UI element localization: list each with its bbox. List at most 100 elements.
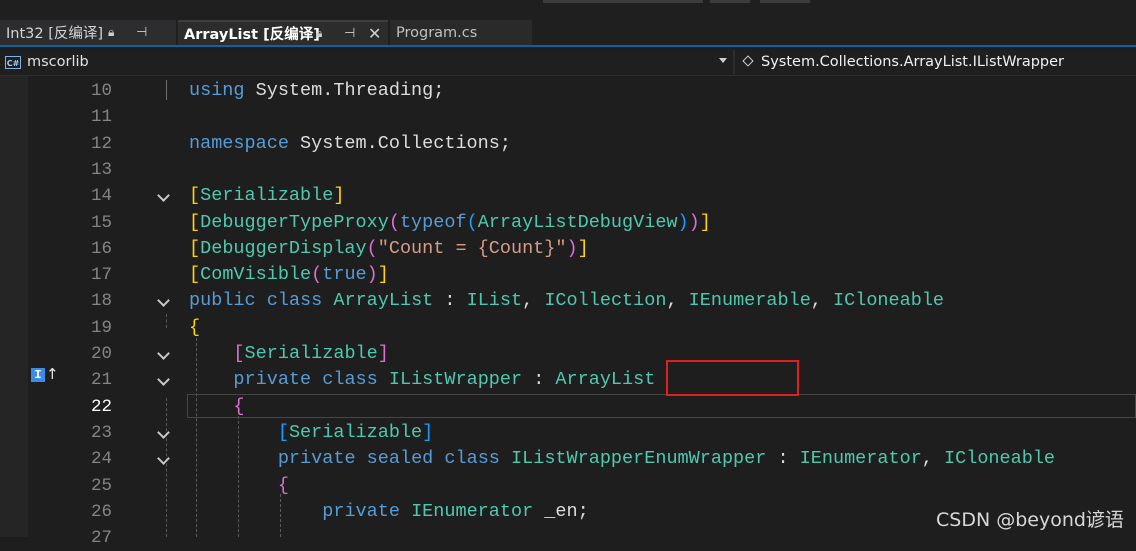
line-number: 10: [90, 81, 112, 101]
arrow-up-icon[interactable]: ↑: [46, 366, 59, 382]
code-token: IListWrapperEnumWrapper: [511, 448, 767, 470]
code-token: (: [311, 264, 323, 286]
code-token: :: [522, 369, 556, 391]
document-tab-bar: Int32 [反编译] 🔒︎ ⊣ ArrayList [反编译] 🔒︎ ⊣ ✕ …: [0, 20, 1136, 47]
lock-icon: 🔒︎: [316, 26, 323, 40]
code-token: private: [233, 369, 312, 391]
code-line[interactable]: 19 {: [0, 315, 1136, 341]
nav-divider: [733, 50, 735, 74]
current-line-highlight: [187, 393, 1136, 418]
implements-icon[interactable]: I: [31, 368, 45, 382]
code-token: {: [277, 474, 289, 496]
code-line[interactable]: 24 private sealed class IListWrapperEnum…: [0, 446, 1136, 472]
code-token: IEnumerator: [799, 448, 922, 470]
code-token: Threading;: [333, 80, 445, 101]
code-token: {: [189, 316, 201, 338]
code-line[interactable]: 16 [DebuggerDisplay("Count = {Count}")]: [0, 236, 1136, 262]
tab-arraylist[interactable]: ArrayList [反编译] 🔒︎ ⊣ ✕: [178, 20, 388, 45]
code-token: class: [322, 369, 378, 391]
code-line[interactable]: 14 [Serializable]: [0, 183, 1136, 209]
code-token: true: [322, 264, 367, 286]
code-token: ]: [422, 421, 434, 443]
code-token: [: [233, 343, 245, 364]
line-number: 19: [90, 317, 112, 338]
fold-chevron-icon[interactable]: [158, 191, 168, 201]
code-token: System.Collections;: [288, 132, 511, 154]
code-token: ,: [666, 290, 689, 312]
lock-icon: 🔒︎: [108, 25, 115, 39]
code-token: (: [388, 211, 400, 233]
code-text: private sealed class IListWrapperEnumWra…: [189, 446, 1055, 472]
csharp-project-icon: C#: [5, 55, 21, 69]
code-line[interactable]: 20 [Serializable]: [0, 341, 1136, 367]
code-token: :: [766, 448, 800, 470]
code-token: ,: [810, 290, 834, 312]
code-line[interactable]: 10 using System.Threading;: [0, 78, 1136, 104]
code-token: using: [189, 80, 245, 101]
project-dropdown[interactable]: C# mscorlib: [0, 50, 733, 74]
code-token: DebuggerDisplay: [200, 237, 367, 259]
code-token: Serializable: [288, 421, 423, 443]
line-number: 24: [90, 449, 112, 470]
code-line[interactable]: 18 public class ArrayList : IList, IColle…: [0, 288, 1136, 314]
code-token: ,: [522, 290, 545, 312]
code-token: ): [688, 211, 700, 233]
code-token: "Count = {Count}": [377, 237, 567, 259]
code-text: namespace System.Collections;: [189, 131, 511, 157]
code-token: private: [277, 448, 356, 470]
line-number: 18: [90, 291, 112, 312]
code-token: System.: [244, 80, 334, 101]
fold-chevron-icon[interactable]: [158, 375, 168, 385]
member-dropdown[interactable]: System.Collections.ArrayList.IListWrappe…: [740, 50, 1064, 74]
code-token: namespace: [189, 132, 289, 154]
code-line[interactable]: 17 [ComVisible(true)]: [0, 262, 1136, 288]
highlight-ienumerable: [666, 360, 799, 396]
pin-icon[interactable]: ⊣: [344, 26, 355, 41]
code-editor[interactable]: 10 using System.Threading; 11 12 namespace S…: [0, 76, 1136, 548]
fold-chevron-icon[interactable]: [158, 454, 168, 464]
code-token: ArrayList: [333, 290, 434, 312]
code-token: ): [366, 264, 378, 286]
code-line[interactable]: 21 private class IListWrapper : ArrayLis…: [0, 367, 1136, 393]
pin-icon[interactable]: ⊣: [136, 25, 147, 40]
code-line[interactable]: 25 {: [0, 473, 1136, 499]
code-token: private: [322, 500, 400, 522]
line-number: 14: [90, 186, 112, 207]
code-line[interactable]: 12 namespace System.Collections;: [0, 131, 1136, 157]
line-number: 13: [90, 159, 112, 180]
class-icon: [740, 54, 758, 70]
tab-program-cs[interactable]: Program.cs: [390, 20, 532, 45]
code-token: ,: [921, 448, 945, 470]
code-token: Serializable: [200, 185, 334, 207]
chevron-down-icon[interactable]: [719, 58, 727, 63]
code-line[interactable]: 22 {: [0, 393, 1136, 420]
fold-chevron-icon[interactable]: [158, 349, 168, 359]
code-line[interactable]: 23 [Serializable]: [0, 420, 1136, 446]
code-token: _en;: [533, 500, 589, 522]
code-text: {: [189, 473, 289, 499]
code-text: private IEnumerator _en;: [189, 499, 589, 525]
code-token: ): [677, 211, 689, 233]
line-number: 17: [90, 265, 112, 286]
fold-chevron-icon[interactable]: [158, 428, 168, 438]
code-line[interactable]: 11: [0, 104, 1136, 130]
code-token: ]: [377, 264, 389, 286]
close-icon[interactable]: ✕: [368, 24, 381, 43]
code-line[interactable]: 15 [DebuggerTypeProxy(typeof(ArrayListDeb…: [0, 210, 1136, 236]
code-text: [ComVisible(true)]: [189, 262, 389, 288]
tab-int32[interactable]: Int32 [反编译] 🔒︎ ⊣: [0, 20, 176, 45]
tab-label: Int32 [反编译]: [6, 26, 104, 42]
line-number: 12: [90, 133, 112, 154]
fold-chevron-icon[interactable]: [158, 296, 168, 306]
code-line[interactable]: 13: [0, 157, 1136, 183]
code-token: class: [266, 290, 323, 312]
code-text: [DebuggerTypeProxy(typeof(ArrayListDebug…: [189, 210, 711, 236]
